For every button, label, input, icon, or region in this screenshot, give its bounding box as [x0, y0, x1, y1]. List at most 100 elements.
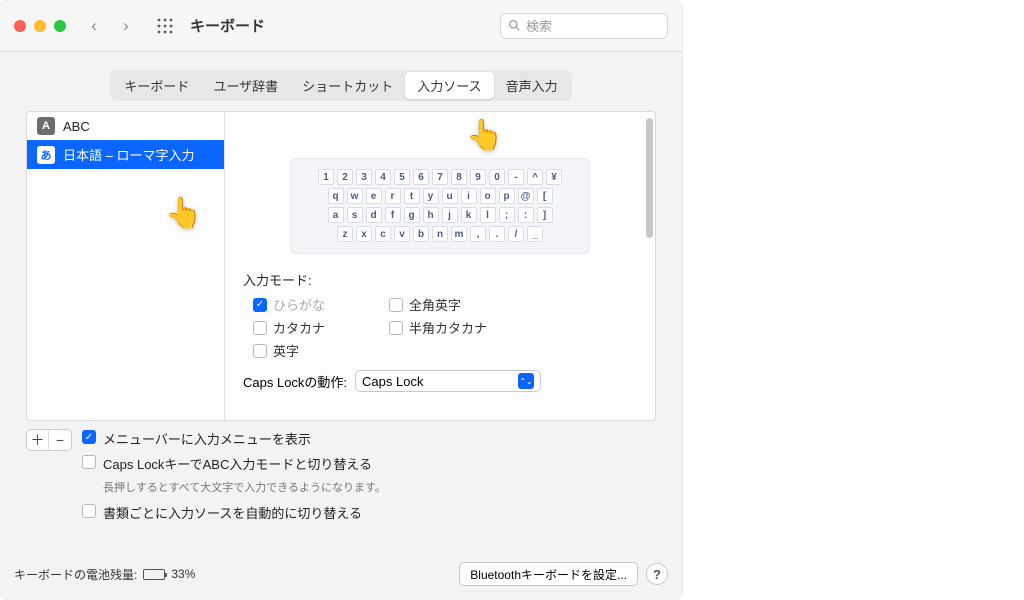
- keyboard-preferences-window: ‹ › キーボード 検索 キーボード ユーザ辞書 ショートカット 入力ソース 音…: [0, 0, 682, 600]
- source-label: 日本語 – ローマ字入力: [63, 145, 194, 164]
- preview-key: ,: [470, 226, 486, 242]
- preview-key: n: [432, 226, 448, 242]
- keyboard-layout-preview: 1234567890-^¥ qwertyuiop@[ asdfghjkl;:] …: [290, 158, 590, 254]
- source-abc[interactable]: A ABC: [27, 112, 224, 140]
- opt-caps-abc-switch[interactable]: Caps LockキーでABC入力モードと切り替える: [82, 454, 656, 473]
- abc-badge-icon: A: [37, 117, 55, 135]
- help-button[interactable]: ?: [646, 563, 668, 585]
- preview-key: y: [423, 188, 439, 204]
- caps-lock-label: Caps Lockの動作:: [243, 372, 347, 391]
- preview-key: 8: [451, 169, 467, 185]
- preview-key: ^: [527, 169, 543, 185]
- input-source-panel: A ABC あ 日本語 – ローマ字入力 1234567890-^¥ qwert…: [26, 111, 656, 421]
- chevron-updown-icon: ⌃⌄: [518, 373, 534, 389]
- checkbox-icon: [253, 321, 267, 335]
- checkbox-icon: [253, 344, 267, 358]
- preview-key: ;: [499, 207, 515, 223]
- preview-key: x: [356, 226, 372, 242]
- bluetooth-keyboard-button[interactable]: Bluetoothキーボードを設定...: [459, 562, 638, 586]
- traffic-lights: [14, 20, 66, 32]
- preview-key: k: [461, 207, 477, 223]
- preview-key: v: [394, 226, 410, 242]
- preview-key: r: [385, 188, 401, 204]
- checkbox-on-disabled-icon: ✓: [253, 298, 267, 312]
- preview-key: 7: [432, 169, 448, 185]
- tab-keyboard[interactable]: キーボード: [112, 72, 201, 99]
- tab-user-dict[interactable]: ユーザ辞書: [201, 72, 290, 99]
- preview-key: 9: [470, 169, 486, 185]
- add-source-button[interactable]: ＋: [27, 430, 49, 450]
- tab-bar: キーボード ユーザ辞書 ショートカット 入力ソース 音声入力: [0, 70, 682, 101]
- preview-key: p: [499, 188, 515, 204]
- checkbox-icon: [389, 321, 403, 335]
- input-mode-label: 入力モード:: [243, 270, 641, 289]
- opt-show-input-menu[interactable]: ✓ メニューバーに入力メニューを表示: [82, 429, 656, 448]
- preview-key: t: [404, 188, 420, 204]
- tab-voice-input[interactable]: 音声入力: [494, 72, 570, 99]
- preview-key: 6: [413, 169, 429, 185]
- zoom-button[interactable]: [54, 20, 66, 32]
- preview-key: c: [375, 226, 391, 242]
- source-list: A ABC あ 日本語 – ローマ字入力: [27, 112, 225, 420]
- forward-button[interactable]: ›: [114, 14, 138, 38]
- preview-key: a: [328, 207, 344, 223]
- preview-key: 5: [394, 169, 410, 185]
- preview-key: e: [366, 188, 382, 204]
- mode-hiragana: ✓ ひらがな: [253, 295, 373, 314]
- battery-icon: [143, 569, 165, 580]
- preview-key: ]: [537, 207, 553, 223]
- close-button[interactable]: [14, 20, 26, 32]
- preview-key: u: [442, 188, 458, 204]
- preview-key: 4: [375, 169, 391, 185]
- opt-caps-hint: 長押しするとすべて大文字で入力できるようになります。: [103, 479, 656, 495]
- scrollbar[interactable]: [646, 118, 653, 238]
- opt-auto-switch-source[interactable]: 書類ごとに入力ソースを自動的に切り替える: [82, 503, 656, 522]
- preview-key: 2: [337, 169, 353, 185]
- source-detail: 1234567890-^¥ qwertyuiop@[ asdfghjkl;:] …: [225, 112, 655, 420]
- mode-hankaku-katakana[interactable]: 半角カタカナ: [389, 318, 549, 337]
- checkbox-icon: [389, 298, 403, 312]
- mode-eiji[interactable]: 英字: [253, 341, 373, 360]
- mode-katakana[interactable]: カタカナ: [253, 318, 373, 337]
- checkbox-on-icon: ✓: [82, 430, 96, 444]
- preview-key: d: [366, 207, 382, 223]
- mode-zenkaku-eiji[interactable]: 全角英字: [389, 295, 549, 314]
- keyboard-battery: キーボードの電池残量: 33%: [14, 566, 195, 583]
- hiragana-badge-icon: あ: [37, 146, 55, 164]
- segmented-control: キーボード ユーザ辞書 ショートカット 入力ソース 音声入力: [110, 70, 571, 101]
- preview-key: 0: [489, 169, 505, 185]
- tab-input-source[interactable]: 入力ソース: [405, 72, 493, 99]
- global-options: ✓ メニューバーに入力メニューを表示 Caps LockキーでABC入力モードと…: [82, 429, 656, 528]
- window-title: キーボード: [190, 15, 265, 36]
- checkbox-icon: [82, 504, 96, 518]
- preview-key: h: [423, 207, 439, 223]
- preview-key: m: [451, 226, 467, 242]
- below-panel: ＋ − ✓ メニューバーに入力メニューを表示 Caps LockキーでABC入力…: [26, 429, 656, 528]
- add-remove-buttons: ＋ −: [26, 429, 72, 451]
- search-field[interactable]: 検索: [500, 13, 668, 39]
- back-button[interactable]: ‹: [82, 14, 106, 38]
- preview-key: f: [385, 207, 401, 223]
- preview-key: @: [518, 188, 534, 204]
- source-japanese-romaji[interactable]: あ 日本語 – ローマ字入力: [27, 140, 224, 169]
- search-placeholder: 検索: [526, 16, 552, 35]
- checkbox-icon: [82, 455, 96, 469]
- tab-shortcut[interactable]: ショートカット: [290, 72, 405, 99]
- minimize-button[interactable]: [34, 20, 46, 32]
- preview-key: ¥: [546, 169, 562, 185]
- preview-key: 3: [356, 169, 372, 185]
- footer: キーボードの電池残量: 33% Bluetoothキーボードを設定... ?: [0, 552, 682, 600]
- show-all-icon[interactable]: [154, 15, 176, 37]
- preview-key: s: [347, 207, 363, 223]
- caps-lock-dropdown[interactable]: Caps Lock ⌃⌄: [355, 370, 541, 392]
- preview-key: -: [508, 169, 524, 185]
- preview-key: w: [347, 188, 363, 204]
- preview-key: .: [489, 226, 505, 242]
- remove-source-button[interactable]: −: [49, 430, 71, 450]
- preview-key: o: [480, 188, 496, 204]
- search-icon: [508, 19, 521, 32]
- caps-lock-row: Caps Lockの動作: Caps Lock ⌃⌄: [243, 370, 641, 392]
- source-label: ABC: [63, 119, 90, 134]
- preview-key: q: [328, 188, 344, 204]
- preview-key: :: [518, 207, 534, 223]
